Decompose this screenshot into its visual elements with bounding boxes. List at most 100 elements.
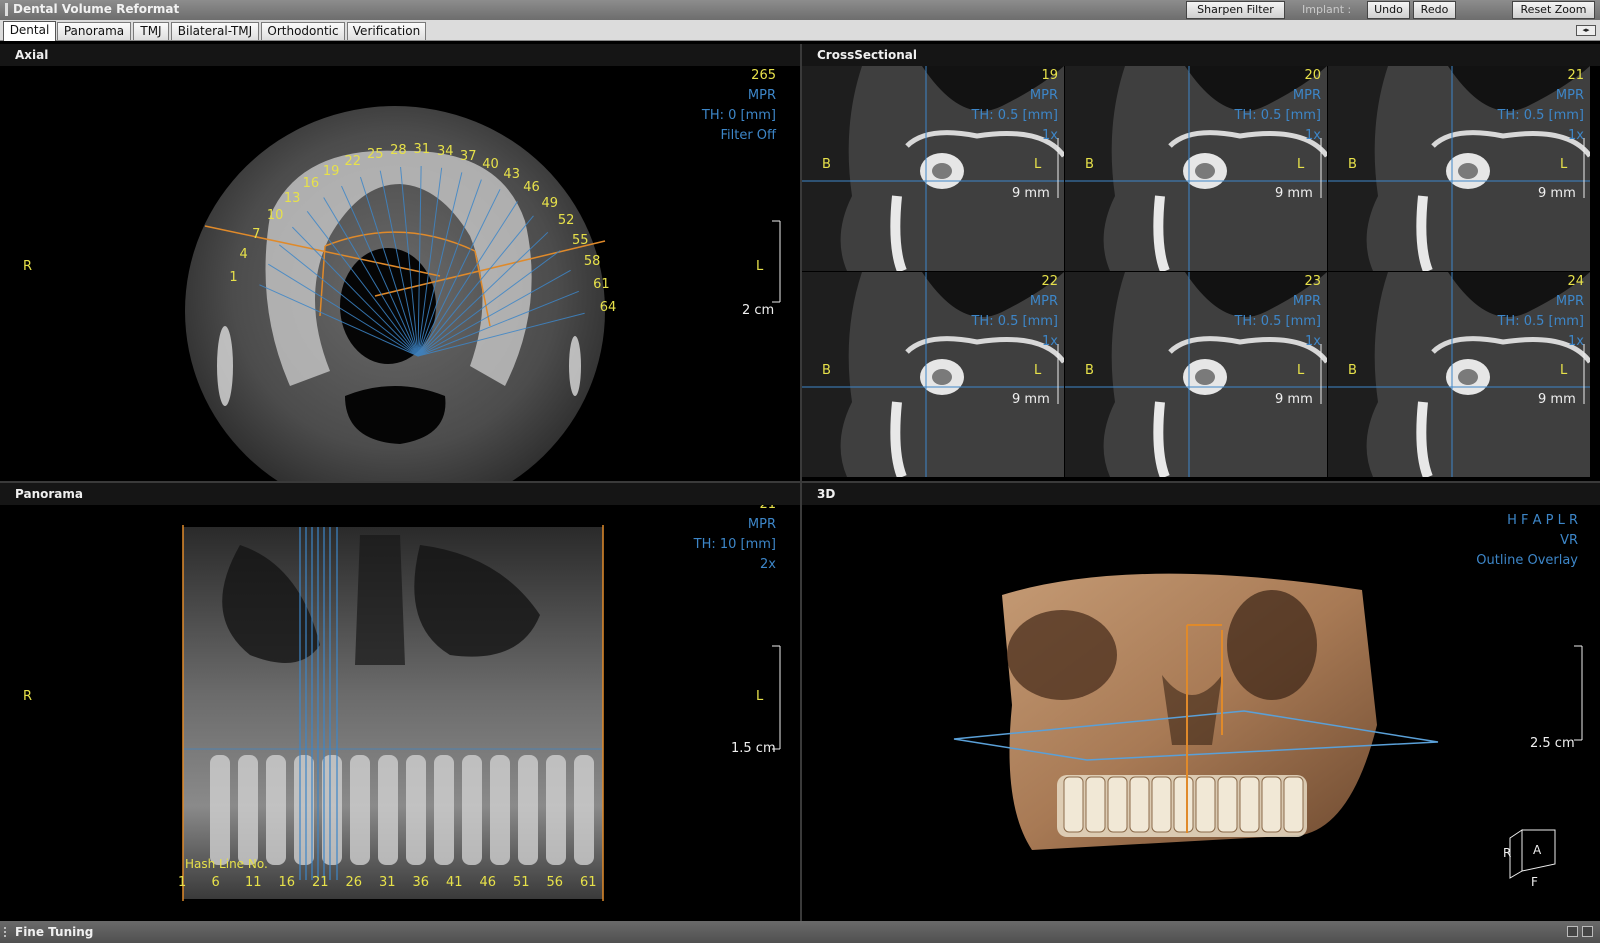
view3d-mode: VR bbox=[1560, 533, 1578, 548]
cross-section-cell[interactable]: 19 MPR TH: 0.5 [mm] 1x B L 9 mm bbox=[802, 66, 1064, 271]
panorama-hash-number: 61 bbox=[580, 875, 597, 890]
orientation-cube-icon[interactable]: R A F bbox=[1503, 825, 1563, 889]
expand-icon[interactable] bbox=[1582, 926, 1593, 937]
skull-teeth bbox=[1063, 776, 1304, 833]
tab-panorama[interactable]: Panorama bbox=[57, 22, 131, 40]
axial-title: Axial bbox=[15, 48, 49, 62]
implant-label: Implant : bbox=[1302, 3, 1352, 16]
cross-section-cell[interactable]: 20 MPR TH: 0.5 [mm] 1x B L 9 mm bbox=[1065, 66, 1327, 271]
cross-slice-number: 22 bbox=[1041, 274, 1058, 289]
cross-mode: MPR bbox=[1555, 294, 1584, 309]
cross-header: CrossSectional bbox=[802, 44, 1600, 66]
panorama-scale-label: 1.5 cm bbox=[731, 741, 776, 756]
cross-scale-label: 9 mm bbox=[1012, 392, 1050, 407]
reset-zoom-button[interactable]: Reset Zoom bbox=[1512, 1, 1595, 19]
cross-section-cell[interactable]: 21 MPR TH: 0.5 [mm] 1x B L 9 mm bbox=[1328, 66, 1590, 271]
undo-button[interactable]: Undo bbox=[1367, 1, 1410, 19]
axial-hash-number: 43 bbox=[503, 167, 520, 182]
viewport-divider-horizontal[interactable] bbox=[0, 481, 1600, 483]
panorama-title: Panorama bbox=[15, 487, 83, 501]
axial-slice-number: 265 bbox=[751, 68, 776, 83]
axial-scale-orientation: L bbox=[756, 259, 764, 274]
axial-hash-number: 25 bbox=[366, 147, 384, 163]
tab-bar: Dental Panorama TMJ Bilateral-TMJ Orthod… bbox=[0, 20, 1600, 41]
cross-orient-b: B bbox=[1348, 157, 1357, 172]
view3d-overlay-info: H F A P L R VR Outline Overlay bbox=[1338, 511, 1578, 571]
cross-title: CrossSectional bbox=[817, 48, 917, 62]
axial-overlay-info: 265 MPR TH: 0 [mm] Filter Off bbox=[576, 66, 776, 146]
cross-slice-number: 19 bbox=[1041, 68, 1058, 83]
cross-section-cell[interactable]: 23 MPR TH: 0.5 [mm] 1x B L 9 mm bbox=[1065, 272, 1327, 477]
fine-tuning-title: Fine Tuning bbox=[15, 925, 94, 939]
cross-thickness: TH: 0.5 [mm] bbox=[1497, 314, 1584, 329]
cross-thickness: TH: 0.5 [mm] bbox=[1234, 314, 1321, 329]
cross-slice-number: 24 bbox=[1567, 274, 1584, 289]
fine-tuning-bar[interactable]: Fine Tuning bbox=[0, 921, 1600, 943]
cross-thickness: TH: 0.5 [mm] bbox=[1497, 108, 1584, 123]
cube-label-front: A bbox=[1533, 843, 1542, 857]
axial-scale-label: 2 cm bbox=[742, 303, 775, 318]
view3d-scale-label: 2.5 cm bbox=[1530, 736, 1575, 751]
cross-thickness: TH: 0.5 [mm] bbox=[971, 108, 1058, 123]
cross-section-cell[interactable]: 22 MPR TH: 0.5 [mm] 1x B L 9 mm bbox=[802, 272, 1064, 477]
cross-orient-b: B bbox=[1348, 363, 1357, 378]
axial-hash-number: 19 bbox=[322, 163, 340, 179]
axial-hash-number: 1 bbox=[229, 269, 238, 285]
cross-zoom: 1x bbox=[1305, 128, 1321, 143]
cross-orient-l: L bbox=[1034, 363, 1042, 378]
tab-bilateral-tmj[interactable]: Bilateral-TMJ bbox=[171, 22, 259, 40]
panorama-thickness: TH: 10 [mm] bbox=[693, 537, 776, 552]
axial-hash-number: 55 bbox=[571, 232, 589, 248]
panorama-overlay-info: 21 MPR TH: 10 [mm] 2x bbox=[576, 505, 776, 575]
cross-thickness: TH: 0.5 [mm] bbox=[971, 314, 1058, 329]
axial-hash-number: 13 bbox=[283, 190, 301, 206]
cross-section-cell[interactable]: 24 MPR TH: 0.5 [mm] 1x B L 9 mm bbox=[1328, 272, 1590, 477]
cross-viewport[interactable]: 19 MPR TH: 0.5 [mm] 1x B L 9 mm 20 MPR TH: 0.5 [m… bbox=[802, 66, 1600, 481]
panorama-slice-number: 21 bbox=[576, 505, 776, 515]
pin-icon[interactable] bbox=[1567, 926, 1578, 937]
tab-tmj[interactable]: TMJ bbox=[133, 22, 169, 40]
cross-zoom: 1x bbox=[1568, 334, 1584, 349]
panorama-hash-number: 21 bbox=[312, 875, 329, 890]
cross-orient-l: L bbox=[1034, 157, 1042, 172]
view3d-viewport[interactable]: H F A P L R VR Outline Overlay 2.5 cm R … bbox=[802, 505, 1600, 920]
axial-viewport[interactable]: 265 MPR TH: 0 [mm] Filter Off R L 2 cm 1… bbox=[0, 66, 800, 481]
panorama-header: Panorama bbox=[0, 483, 800, 505]
cross-scale-label: 9 mm bbox=[1012, 186, 1050, 201]
axial-scale-bar bbox=[772, 220, 781, 303]
panorama-hash-number: 46 bbox=[479, 875, 497, 890]
panorama-zoom: 2x bbox=[760, 557, 776, 572]
cross-orient-b: B bbox=[822, 157, 831, 172]
axial-hash-number: 61 bbox=[593, 276, 610, 292]
tab-scroll-arrows-icon[interactable]: ◂▸ bbox=[1576, 25, 1596, 36]
cross-scale-label: 9 mm bbox=[1275, 186, 1313, 201]
cross-orient-l: L bbox=[1560, 363, 1568, 378]
tab-dental[interactable]: Dental bbox=[3, 21, 56, 41]
panorama-viewport[interactable]: 21 MPR TH: 10 [mm] 2x R L 1.5 cm Hash Li… bbox=[0, 505, 800, 920]
tab-orthodontic[interactable]: Orthodontic bbox=[261, 22, 345, 40]
axial-hash-number: 4 bbox=[239, 247, 248, 263]
redo-button[interactable]: Redo bbox=[1413, 1, 1456, 19]
view3d-orientation-letters: H F A P L R bbox=[1507, 513, 1578, 528]
cross-scale-label: 9 mm bbox=[1538, 392, 1576, 407]
axial-orientation-r: R bbox=[23, 259, 33, 274]
panorama-scale-orientation: L bbox=[756, 689, 764, 704]
view3d-title: 3D bbox=[817, 487, 836, 501]
axial-hash-number: 64 bbox=[599, 300, 617, 316]
cross-orient-b: B bbox=[1085, 363, 1094, 378]
panorama-hash-number: 31 bbox=[379, 875, 396, 890]
cross-orient-b: B bbox=[1085, 157, 1094, 172]
panorama-mode: MPR bbox=[747, 517, 776, 532]
cross-orient-l: L bbox=[1560, 157, 1568, 172]
cross-mode: MPR bbox=[1029, 294, 1058, 309]
axial-hash-number: 16 bbox=[302, 175, 320, 191]
cross-mode: MPR bbox=[1029, 88, 1058, 103]
axial-mode: MPR bbox=[747, 88, 776, 103]
axial-hash-number: 7 bbox=[252, 226, 261, 242]
view3d-overlay-mode: Outline Overlay bbox=[1476, 553, 1578, 568]
cross-zoom: 1x bbox=[1305, 334, 1321, 349]
cross-mode: MPR bbox=[1292, 294, 1321, 309]
window-grip-icon bbox=[5, 3, 8, 16]
tab-verification[interactable]: Verification bbox=[347, 22, 426, 40]
sharpen-filter-button[interactable]: Sharpen Filter bbox=[1186, 1, 1285, 19]
